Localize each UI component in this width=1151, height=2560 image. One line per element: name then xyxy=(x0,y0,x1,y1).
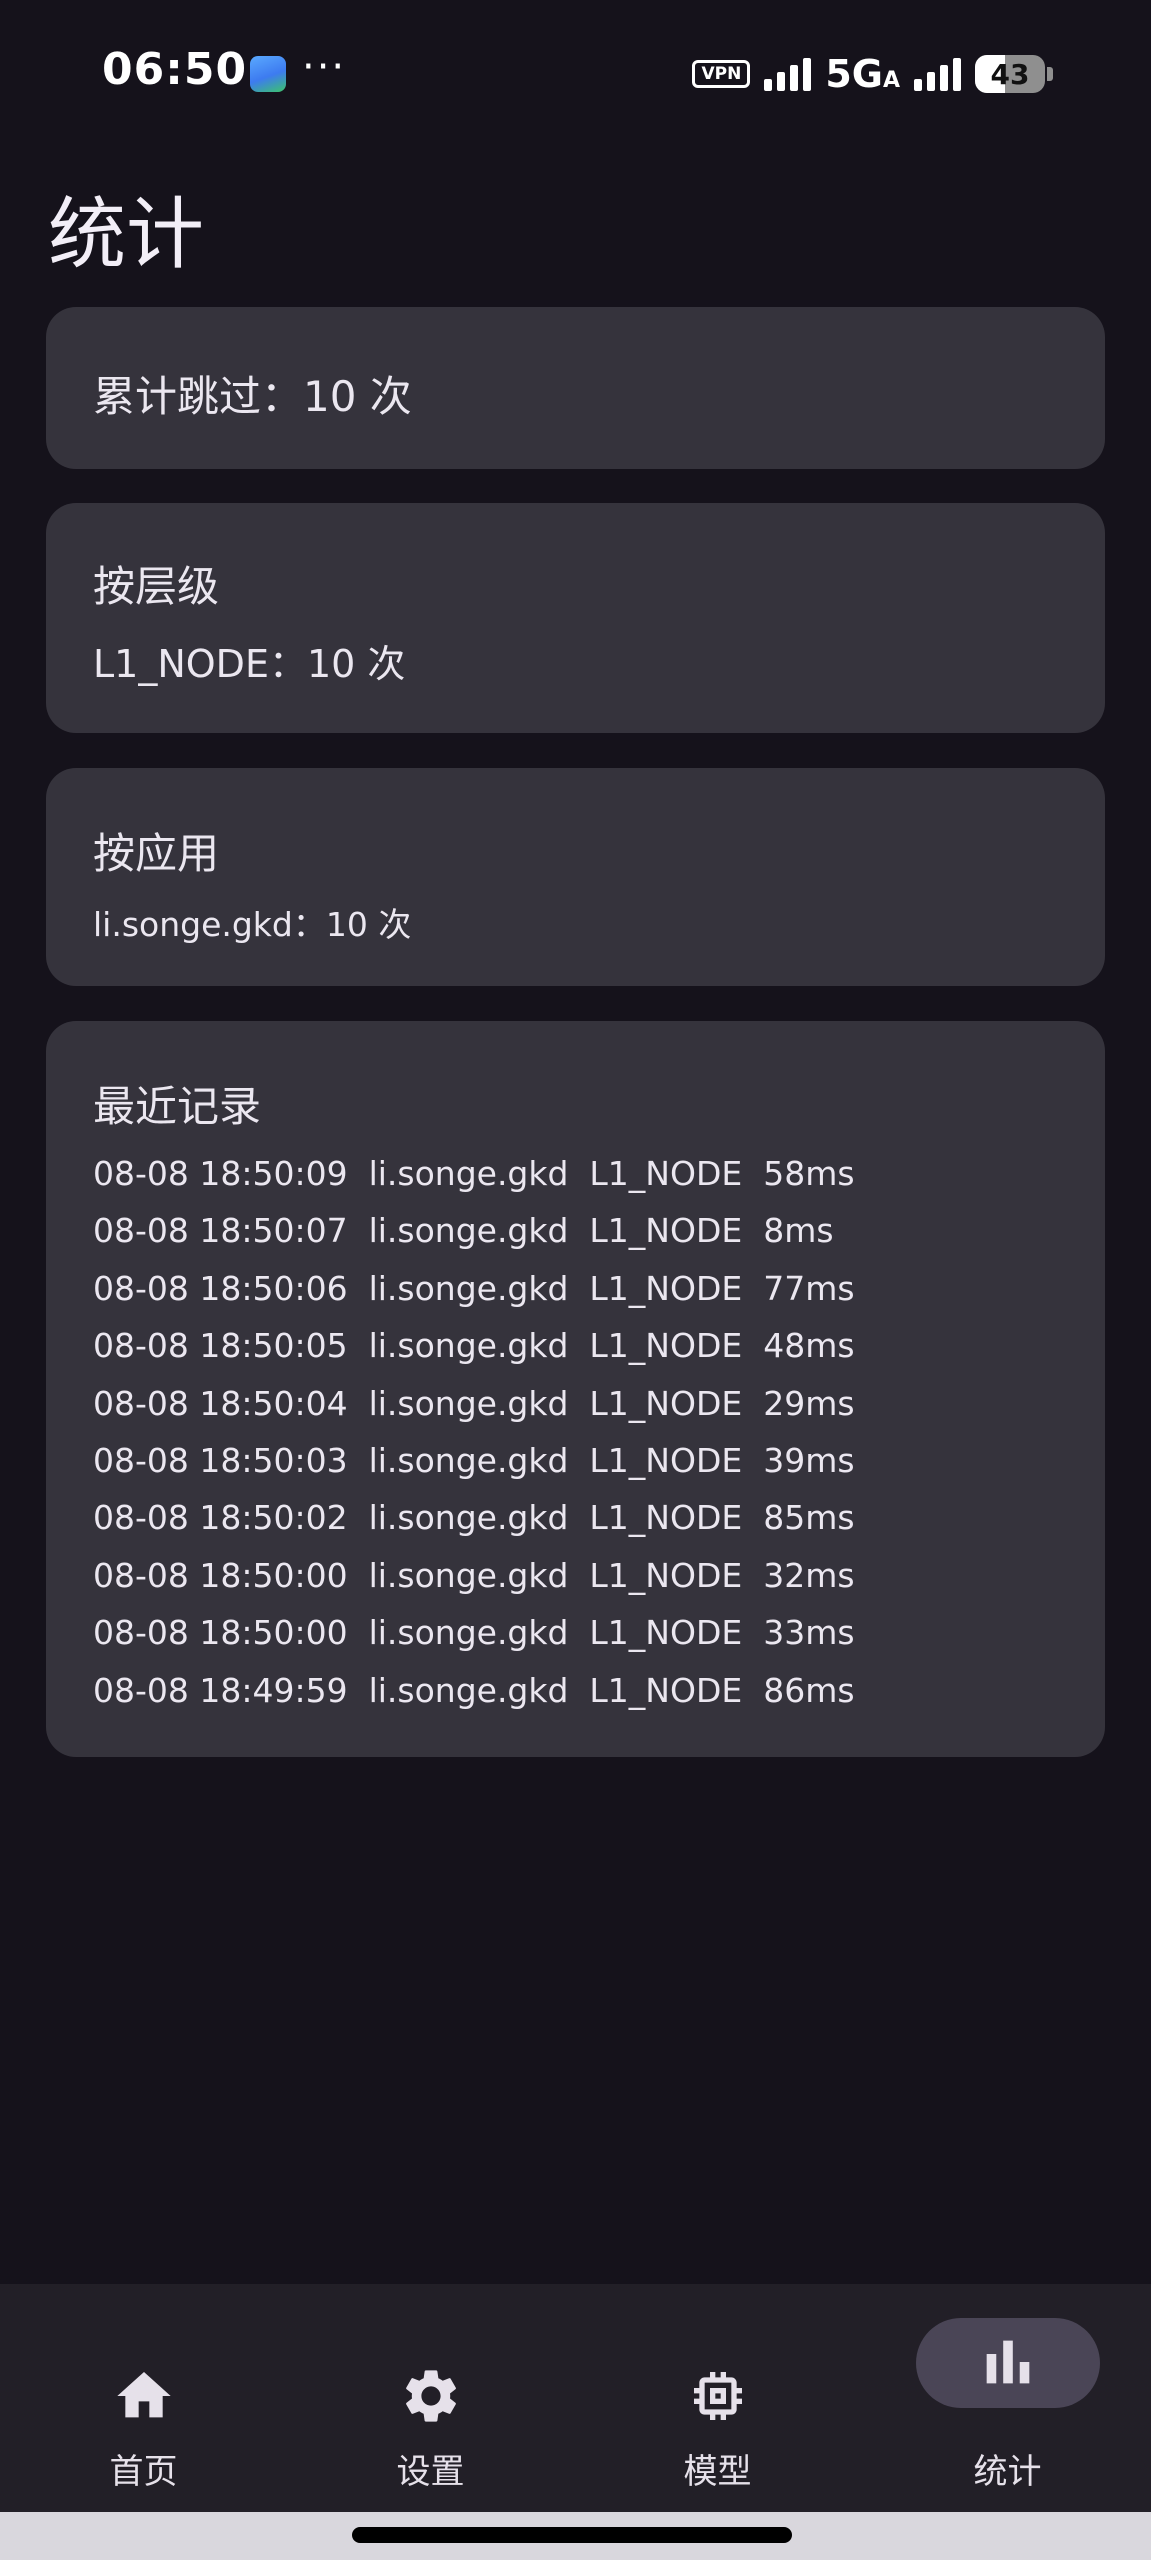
total-skips-text: 累计跳过：10 次 xyxy=(93,372,412,421)
network-type-main: 5G xyxy=(825,52,883,96)
battery-level: 43 xyxy=(990,57,1030,91)
more-notifications-icon: ··· xyxy=(302,44,347,90)
record-row: 08-08 18:50:00 li.songe.gkd L1_NODE 32ms xyxy=(93,1555,855,1595)
total-skips-card: 累计跳过：10 次 xyxy=(46,307,1105,469)
network-type: 5GA xyxy=(825,52,900,96)
record-row: 08-08 18:50:03 li.songe.gkd L1_NODE 39ms xyxy=(93,1440,855,1480)
chip-icon xyxy=(693,2372,742,2420)
nav-label-model: 模型 xyxy=(683,2452,752,2492)
record-row: 08-08 18:50:09 li.songe.gkd L1_NODE 58ms xyxy=(93,1154,855,1193)
gallery-app-icon xyxy=(250,56,286,92)
recent-records-card: 最近记录 08-08 18:50:09 li.songe.gkd L1_NODE… xyxy=(46,1021,1105,1757)
by-level-heading: 按层级 xyxy=(93,562,220,611)
signal-icon xyxy=(764,57,812,91)
home-icon xyxy=(116,2372,171,2418)
by-app-card: 按应用 li.songe.gkd：10 次 xyxy=(46,768,1105,986)
nav-item-stats[interactable]: 统计 xyxy=(864,2284,1151,2512)
app-stat-item: li.songe.gkd：10 次 xyxy=(93,905,412,944)
nav-item-settings[interactable]: 设置 xyxy=(287,2284,574,2512)
battery-icon: 43 xyxy=(975,55,1045,93)
bar-chart-icon xyxy=(986,2340,1029,2384)
level-stat-item: L1_NODE：10 次 xyxy=(93,642,406,686)
recent-records-heading: 最近记录 xyxy=(93,1082,262,1131)
record-row: 08-08 18:50:02 li.songe.gkd L1_NODE 85ms xyxy=(93,1498,855,1538)
nav-label-stats: 统计 xyxy=(973,2452,1042,2492)
record-row: 08-08 18:49:59 li.songe.gkd L1_NODE 86ms xyxy=(93,1670,855,1710)
nav-item-model[interactable]: 模型 xyxy=(574,2284,861,2512)
nav-item-home[interactable]: 首页 xyxy=(0,2284,287,2512)
by-level-card: 按层级 L1_NODE：10 次 xyxy=(46,503,1105,733)
bottom-navigation: 首页 设置 模型 统计 xyxy=(0,2284,1151,2512)
network-type-sub: A xyxy=(882,68,900,93)
record-row: 08-08 18:50:04 li.songe.gkd L1_NODE 29ms xyxy=(93,1383,855,1423)
status-indicators: VPN 5GA 43 xyxy=(692,52,1053,96)
record-row: 08-08 18:50:06 li.songe.gkd L1_NODE 77ms xyxy=(93,1268,855,1308)
record-row: 08-08 18:50:00 li.songe.gkd L1_NODE 33ms xyxy=(93,1613,855,1653)
recent-records-list: 08-08 18:50:09 li.songe.gkd L1_NODE 58ms… xyxy=(93,1145,855,1719)
home-indicator[interactable] xyxy=(352,2527,792,2543)
status-bar: 06:50 ··· VPN 5GA 43 xyxy=(0,0,1151,150)
battery-tip xyxy=(1047,67,1053,81)
status-time: 06:50 xyxy=(102,44,248,95)
nav-label-home: 首页 xyxy=(109,2452,178,2492)
signal-icon-2 xyxy=(914,57,961,91)
gear-icon xyxy=(405,2370,456,2422)
record-row: 08-08 18:50:07 li.songe.gkd L1_NODE 8ms xyxy=(93,1211,834,1251)
by-app-heading: 按应用 xyxy=(93,829,220,878)
nav-label-settings: 设置 xyxy=(396,2452,465,2492)
page-title: 统计 xyxy=(48,190,205,280)
vpn-icon: VPN xyxy=(692,60,751,88)
gesture-bar xyxy=(0,2512,1151,2560)
record-row: 08-08 18:50:05 li.songe.gkd L1_NODE 48ms xyxy=(93,1326,855,1366)
